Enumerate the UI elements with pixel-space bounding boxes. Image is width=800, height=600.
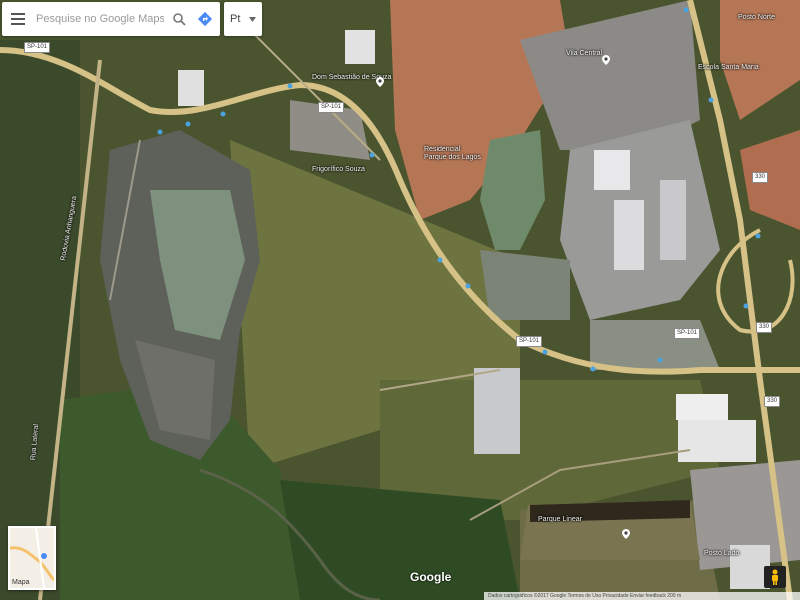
map-label[interactable]: Escola Santa Maria (698, 64, 759, 72)
satellite-map[interactable] (0, 0, 800, 600)
road-shield: 330 (752, 172, 769, 183)
place-pin-icon[interactable] (376, 74, 384, 92)
language-select[interactable]: Pt (224, 2, 262, 36)
search-icon[interactable] (166, 2, 192, 36)
road-shield: 330 (764, 396, 781, 407)
language-label: Pt (230, 13, 241, 25)
map-label[interactable]: Vila Central (566, 50, 602, 58)
map-type-toggle[interactable]: Mapa (8, 526, 56, 590)
directions-icon[interactable] (192, 2, 218, 36)
road-shield: SP-101 (318, 102, 345, 113)
road-shield: SP-101 (674, 328, 701, 339)
attribution-footer[interactable]: Dados cartográficos ©2017 Google Termos … (484, 592, 800, 600)
menu-icon[interactable] (2, 2, 34, 36)
search-input[interactable] (34, 6, 166, 32)
pegman-icon[interactable] (764, 566, 786, 588)
road-shield: SP-101 (516, 336, 543, 347)
chevron-down-icon (249, 13, 256, 25)
map-label[interactable]: Frigorífico Souza (312, 166, 365, 174)
place-pin-icon[interactable] (622, 526, 630, 544)
map-label[interactable]: Posto Lado (704, 550, 739, 558)
map-label[interactable]: Residencial Parque dos Lagos (424, 146, 484, 162)
place-pin-icon[interactable] (602, 52, 610, 70)
map-label[interactable]: Parque Linear (538, 516, 582, 524)
google-logo: Google (410, 570, 452, 584)
search-box (2, 2, 220, 36)
map-label[interactable]: Posto Norte (738, 14, 775, 22)
minimap-label: Mapa (12, 579, 30, 586)
road-shield: 330 (756, 322, 773, 333)
road-shield: SP-101 (24, 42, 51, 53)
